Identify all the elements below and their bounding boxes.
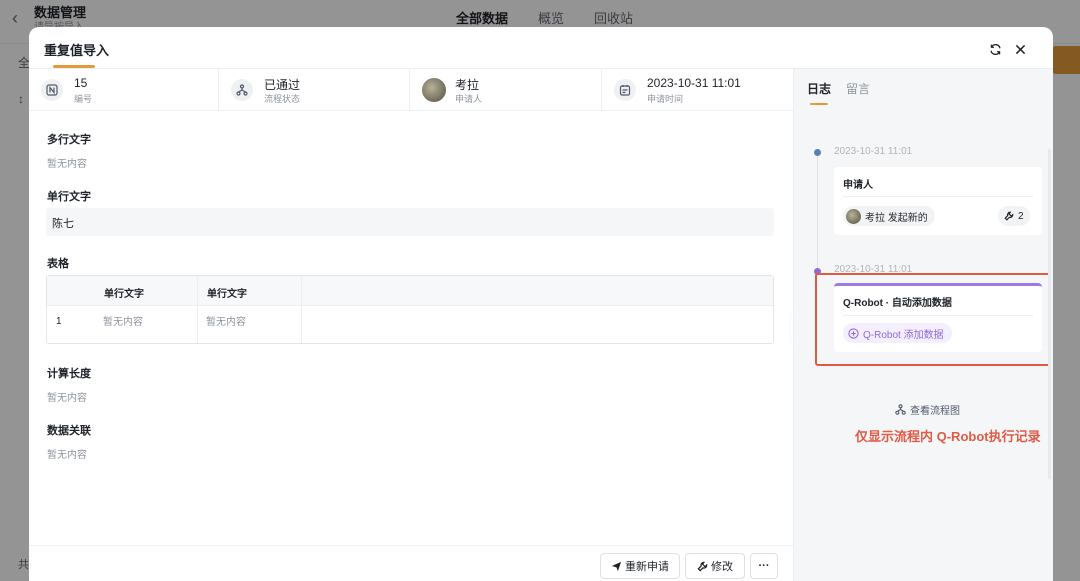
- table-cell: 暂无内容: [103, 317, 143, 328]
- table-header-row: 单行文字 单行文字: [47, 276, 773, 306]
- applicant-chip-text: 考拉 发起新的: [865, 212, 928, 224]
- log-card-title: 申请人: [843, 180, 873, 191]
- send-icon: [611, 561, 622, 571]
- applicant-chip-avatar: [846, 208, 861, 224]
- field-label-multiline: 多行文字: [47, 134, 91, 146]
- tab-log-underline: [810, 103, 828, 105]
- view-flow-link[interactable]: 查看流程图: [895, 402, 960, 417]
- tab-log[interactable]: 日志: [807, 80, 831, 97]
- status-value: 已通过: [264, 78, 301, 92]
- applicant-chip: 考拉 发起新的: [843, 206, 935, 226]
- wrench-icon: [1004, 211, 1014, 221]
- workflow-icon: [231, 79, 253, 101]
- more-icon: ···: [758, 560, 770, 572]
- column-divider: [197, 276, 198, 343]
- title-underline: [53, 65, 95, 68]
- view-flow-label: 查看流程图: [910, 406, 960, 417]
- log-scrollbar[interactable]: [1048, 149, 1051, 479]
- record-detail-panel: 15 编号 已通过 流程状态 考拉 申请人 2023-10-31 11:01 申…: [29, 69, 793, 581]
- timeline-line: [817, 151, 818, 271]
- applicant-value: 考拉: [455, 78, 480, 92]
- field-value-singleline: 陈七: [52, 218, 74, 230]
- flowchart-icon: [895, 404, 906, 415]
- info-status: 已通过 流程状态: [219, 69, 410, 111]
- modal-title: 重复值导入: [44, 43, 110, 58]
- table-column-header: 单行文字: [104, 289, 144, 300]
- status-label: 流程状态: [264, 94, 301, 104]
- field-value-calc: 暂无内容: [47, 393, 87, 404]
- wrench-icon: [697, 561, 708, 572]
- field-label-table: 表格: [47, 258, 69, 270]
- annotation-highlight-box: [815, 273, 1051, 366]
- table-cell: 暂无内容: [206, 317, 246, 328]
- timeline-dot: [814, 149, 821, 156]
- field-label-relation: 数据关联: [47, 425, 91, 437]
- more-button[interactable]: ···: [750, 553, 778, 579]
- field-value-multiline: 暂无内容: [47, 159, 87, 170]
- applicant-label: 申请人: [455, 94, 483, 104]
- reapply-button[interactable]: 重新申请: [600, 553, 680, 579]
- modal-header: 重复值导入: [29, 27, 1053, 69]
- close-icon[interactable]: [1012, 41, 1028, 57]
- log-card-applicant: 申请人 考拉 发起新的 2: [834, 167, 1042, 235]
- reapply-label: 重新申请: [625, 561, 669, 573]
- tab-comments[interactable]: 留言: [846, 80, 870, 97]
- refresh-icon[interactable]: [987, 41, 1003, 57]
- handler-count: 2: [1018, 210, 1024, 222]
- field-value-relation: 暂无内容: [47, 450, 87, 461]
- subform-table: 单行文字 单行文字 1 暂无内容 暂无内容: [46, 275, 774, 344]
- time-label: 申请时间: [647, 94, 684, 104]
- modal-footer: 重新申请 修改 ···: [29, 545, 793, 581]
- singleline-value-box: 陈七: [46, 208, 774, 236]
- table-column-header: 单行文字: [207, 289, 247, 300]
- column-divider: [301, 276, 302, 343]
- table-row-index: 1: [56, 316, 62, 327]
- info-applicant: 考拉 申请人: [410, 69, 602, 111]
- number-icon: [41, 79, 63, 101]
- number-label: 编号: [74, 94, 93, 104]
- edit-button[interactable]: 修改: [685, 553, 745, 579]
- time-value: 2023-10-31 11:01: [647, 76, 741, 90]
- number-value: 15: [74, 76, 88, 90]
- log-time: 2023-10-31 11:01: [834, 146, 913, 157]
- handler-count-badge: 2: [998, 206, 1030, 226]
- applicant-avatar: [422, 78, 446, 102]
- record-modal: 重复值导入 15 编号 已通过 流程状态 考拉 申请人 2023-10-31 1…: [29, 27, 1053, 581]
- field-label-calc: 计算长度: [47, 368, 91, 380]
- edit-label: 修改: [711, 561, 733, 573]
- card-divider: [843, 196, 1033, 197]
- field-label-singleline: 单行文字: [47, 191, 91, 203]
- calendar-icon: [614, 79, 636, 101]
- info-number: 15 编号: [29, 69, 219, 111]
- log-panel: 日志 留言 2023-10-31 11:01 申请人 考拉 发起新的 2 202…: [793, 69, 1053, 581]
- annotation-text: 仅显示流程内 Q-Robot执行记录: [855, 429, 1041, 444]
- record-info-bar: 15 编号 已通过 流程状态 考拉 申请人 2023-10-31 11:01 申…: [29, 69, 793, 111]
- info-time: 2023-10-31 11:01 申请时间: [602, 69, 793, 111]
